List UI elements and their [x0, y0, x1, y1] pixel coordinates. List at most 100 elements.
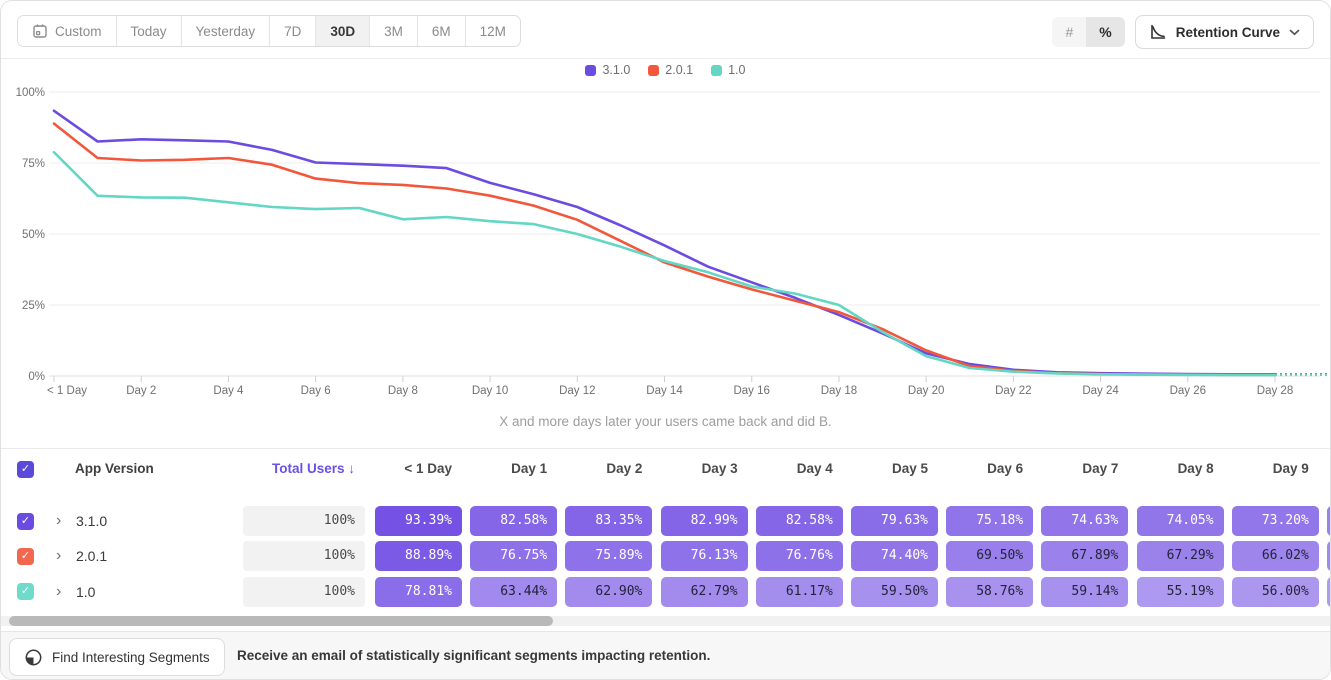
chart-caption: X and more days later your users came ba…: [1, 414, 1330, 429]
column-day-9[interactable]: Day 9: [1232, 449, 1319, 489]
row-checkbox-2.0.1[interactable]: ✓: [17, 548, 34, 565]
retention-cell: 67.29%: [1137, 541, 1224, 571]
retention-cell: 73.20%: [1232, 506, 1319, 536]
column-day-3[interactable]: Day 3: [661, 449, 748, 489]
svg-text:Day 16: Day 16: [733, 385, 769, 397]
find-interesting-segments-button[interactable]: Find Interesting Segments: [9, 638, 225, 676]
retention-cell: 66.02%: [1232, 541, 1319, 571]
column-1-day[interactable]: < 1 Day: [375, 449, 462, 489]
retention-cell: 58.76%: [946, 577, 1033, 607]
retention-cell-clipped: [1327, 577, 1331, 607]
svg-text:75%: 75%: [22, 158, 45, 170]
retention-cell: 61.17%: [756, 577, 843, 607]
table-header: ✓ App Version Total Users ↓ < 1 DayDay 1…: [1, 448, 1330, 489]
segments-pie-icon: [24, 648, 43, 667]
range-button-7d[interactable]: 7D: [270, 16, 316, 46]
retention-cell-clipped: [1327, 541, 1331, 571]
range-button-6m[interactable]: 6M: [418, 16, 466, 46]
svg-text:< 1 Day: < 1 Day: [47, 385, 87, 397]
range-button-12m[interactable]: 12M: [466, 16, 520, 46]
row-expand-chevron[interactable]: ›: [56, 577, 61, 607]
retention-cell: 74.05%: [1137, 506, 1224, 536]
retention-cell: 88.89%: [375, 541, 462, 571]
total-users-cell: 100%: [243, 541, 365, 571]
svg-text:0%: 0%: [28, 371, 45, 383]
legend-item-1.0[interactable]: 1.0: [711, 63, 745, 77]
retention-cell: 59.50%: [851, 577, 938, 607]
range-button-label: 6M: [432, 24, 451, 39]
retention-cell: 62.79%: [661, 577, 748, 607]
retention-cell: 74.40%: [851, 541, 938, 571]
legend-label: 2.0.1: [665, 63, 693, 77]
row-expand-chevron[interactable]: ›: [56, 506, 61, 536]
find-interesting-segments-label: Find Interesting Segments: [52, 650, 210, 665]
legend-item-3.1.0[interactable]: 3.1.0: [585, 63, 630, 77]
retention-cell: 78.81%: [375, 577, 462, 607]
svg-text:Day 6: Day 6: [301, 385, 331, 397]
percent-toggle-button[interactable]: %: [1086, 17, 1124, 47]
retention-cell: 55.19%: [1137, 577, 1224, 607]
column-total-users[interactable]: Total Users ↓: [231, 449, 365, 489]
retention-cell: 82.58%: [470, 506, 557, 536]
retention-curve-icon: [1149, 23, 1167, 41]
number-toggle-button[interactable]: #: [1052, 17, 1086, 47]
retention-cell: 76.76%: [756, 541, 843, 571]
app-version-label: 3.1.0: [76, 506, 107, 536]
svg-text:Day 8: Day 8: [388, 385, 418, 397]
column-day-6[interactable]: Day 6: [946, 449, 1033, 489]
column-day-2[interactable]: Day 2: [565, 449, 652, 489]
svg-text:Day 12: Day 12: [559, 385, 595, 397]
count-percent-toggle: # %: [1052, 17, 1124, 47]
range-button-today[interactable]: Today: [117, 16, 182, 46]
app-version-label: 2.0.1: [76, 541, 107, 571]
total-users-cell: 100%: [243, 577, 365, 607]
app-version-label: 1.0: [76, 577, 95, 607]
retention-cell: 82.58%: [756, 506, 843, 536]
legend-item-2.0.1[interactable]: 2.0.1: [648, 63, 693, 77]
retention-cell: 82.99%: [661, 506, 748, 536]
range-button-3m[interactable]: 3M: [370, 16, 418, 46]
retention-cell: 79.63%: [851, 506, 938, 536]
svg-text:Day 22: Day 22: [995, 385, 1031, 397]
date-range-group: Custom Today Yesterday 7D 30D 3M 6M 12M: [17, 15, 521, 47]
retention-report: 0%25%50%75%100%< 1 DayDay 2Day 4Day 6Day…: [0, 0, 1331, 680]
range-button-label: Custom: [55, 24, 102, 39]
legend-label: 1.0: [728, 63, 745, 77]
retention-cell: 75.89%: [565, 541, 652, 571]
retention-cell: 83.35%: [565, 506, 652, 536]
toolbar-right: # % Retention Curve: [1052, 15, 1314, 49]
retention-cell-clipped: [1327, 506, 1331, 536]
range-button-30d[interactable]: 30D: [316, 16, 370, 46]
svg-text:Day 28: Day 28: [1257, 385, 1293, 397]
retention-cell: 63.44%: [470, 577, 557, 607]
toolbar: Custom Today Yesterday 7D 30D 3M 6M 12M # % Ret…: [1, 1, 1330, 59]
row-checkbox-1.0[interactable]: ✓: [17, 583, 34, 600]
retention-cell: 56.00%: [1232, 577, 1319, 607]
svg-text:Day 26: Day 26: [1170, 385, 1206, 397]
svg-text:Day 10: Day 10: [472, 385, 508, 397]
retention-cell: 59.14%: [1041, 577, 1128, 607]
column-day-7[interactable]: Day 7: [1041, 449, 1128, 489]
svg-text:Day 2: Day 2: [126, 385, 156, 397]
retention-cell: 93.39%: [375, 506, 462, 536]
select-all-checkbox[interactable]: ✓: [17, 461, 34, 478]
row-expand-chevron[interactable]: ›: [56, 541, 61, 571]
column-day-1[interactable]: Day 1: [470, 449, 557, 489]
column-day-8[interactable]: Day 8: [1137, 449, 1224, 489]
legend-swatch: [585, 65, 596, 76]
horizontal-scrollbar-thumb[interactable]: [9, 616, 553, 626]
range-button-custom[interactable]: Custom: [18, 16, 117, 46]
row-checkbox-3.1.0[interactable]: ✓: [17, 513, 34, 530]
column-day-5[interactable]: Day 5: [851, 449, 938, 489]
chart-type-dropdown[interactable]: Retention Curve: [1135, 15, 1314, 49]
svg-text:25%: 25%: [22, 300, 45, 312]
total-users-cell: 100%: [243, 506, 365, 536]
range-button-yesterday[interactable]: Yesterday: [182, 16, 271, 46]
svg-text:100%: 100%: [16, 87, 45, 99]
chevron-down-icon: [1289, 29, 1300, 36]
retention-cell: 62.90%: [565, 577, 652, 607]
range-button-label: Yesterday: [196, 24, 256, 39]
range-button-label: 3M: [384, 24, 403, 39]
column-day-4[interactable]: Day 4: [756, 449, 843, 489]
range-button-label: 30D: [330, 24, 355, 39]
